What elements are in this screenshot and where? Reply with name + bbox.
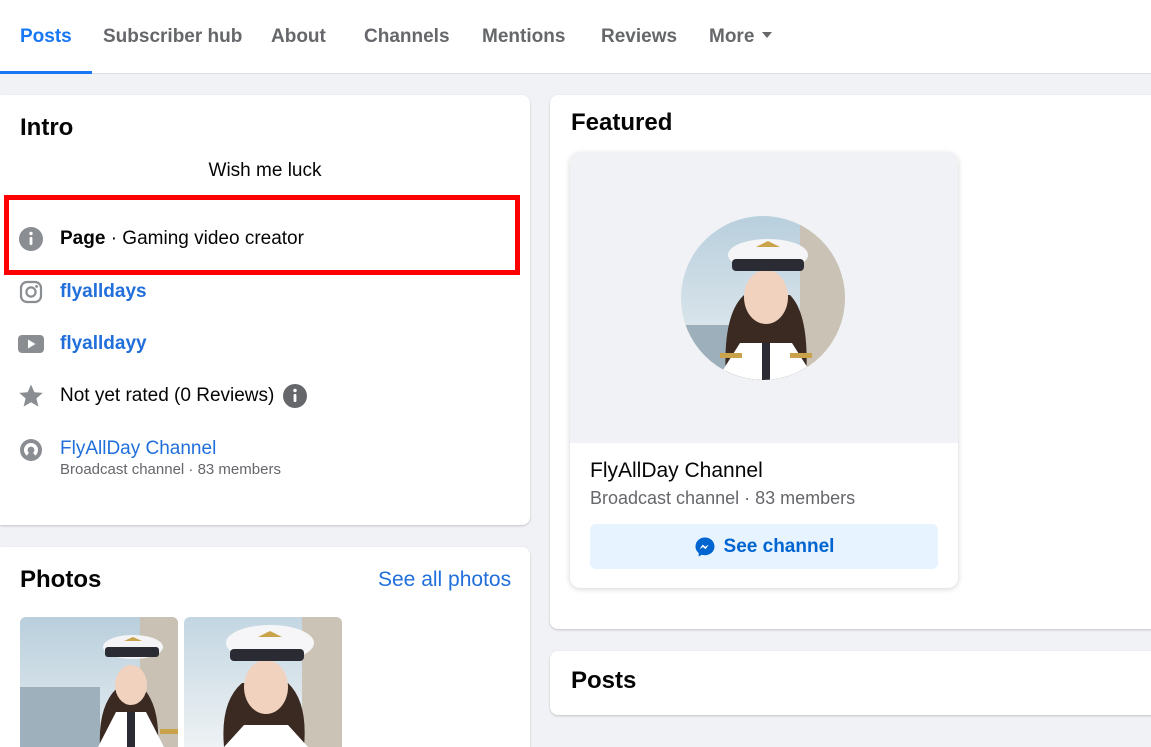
featured-channel-card[interactable]: FlyAllDay Channel Broadcast channel · 83…	[570, 153, 958, 588]
broadcast-icon	[18, 437, 44, 463]
channel-subtitle: Broadcast channel · 83 members	[60, 461, 281, 478]
messenger-icon	[695, 537, 715, 556]
photo-thumbnail[interactable]	[20, 617, 178, 747]
photos-title: Photos	[20, 566, 102, 593]
tab-label: Posts	[20, 26, 72, 47]
intro-title: Intro	[20, 114, 74, 141]
tab-label: About	[271, 26, 326, 47]
intro-instagram-row: flyalldays	[18, 279, 147, 305]
tab-label: More	[709, 26, 755, 47]
tab-mentions[interactable]: Mentions	[482, 0, 565, 74]
youtube-link[interactable]: flyalldayy	[60, 333, 147, 355]
intro-bio: Wish me luck	[208, 160, 322, 181]
star-icon	[18, 383, 44, 409]
tab-posts[interactable]: Posts	[0, 0, 92, 74]
instagram-icon	[18, 279, 44, 305]
featured-title: Featured	[571, 109, 673, 136]
intro-youtube-row: flyalldayy	[18, 331, 147, 357]
see-channel-button[interactable]: See channel	[590, 524, 938, 569]
tab-more[interactable]: More	[709, 0, 773, 74]
youtube-icon	[18, 331, 44, 357]
tab-label: Subscriber hub	[103, 26, 243, 47]
posts-section-card	[550, 651, 1151, 715]
tab-label: Channels	[364, 26, 450, 47]
tab-reviews[interactable]: Reviews	[601, 0, 677, 74]
page-tabs-bar: Posts Subscriber hub About Channels Ment…	[0, 0, 1151, 74]
instagram-link[interactable]: flyalldays	[60, 281, 147, 303]
photo-thumbnail[interactable]	[184, 617, 342, 747]
see-all-photos-link[interactable]: See all photos	[378, 568, 511, 592]
highlight-box	[4, 195, 520, 275]
see-channel-label: See channel	[723, 535, 835, 557]
caret-down-icon	[762, 31, 773, 38]
channel-cover	[570, 153, 958, 443]
featured-channel-name: FlyAllDay Channel	[590, 459, 763, 482]
tab-about[interactable]: About	[271, 0, 326, 74]
rating-info-icon[interactable]	[282, 383, 308, 409]
rating-text: Not yet rated (0 Reviews)	[60, 385, 275, 406]
featured-channel-subtitle: Broadcast channel · 83 members	[590, 488, 856, 508]
posts-section-title: Posts	[571, 667, 637, 694]
channel-link[interactable]: FlyAllDay Channel	[60, 438, 216, 460]
intro-rating-row: Not yet rated (0 Reviews)	[18, 383, 308, 409]
tab-label: Mentions	[482, 26, 566, 47]
tab-subscriber-hub[interactable]: Subscriber hub	[103, 0, 242, 74]
intro-channel-row: FlyAllDay Channel	[18, 435, 216, 463]
tab-channels[interactable]: Channels	[364, 0, 450, 74]
channel-avatar	[681, 216, 845, 380]
tab-label: Reviews	[601, 26, 678, 47]
